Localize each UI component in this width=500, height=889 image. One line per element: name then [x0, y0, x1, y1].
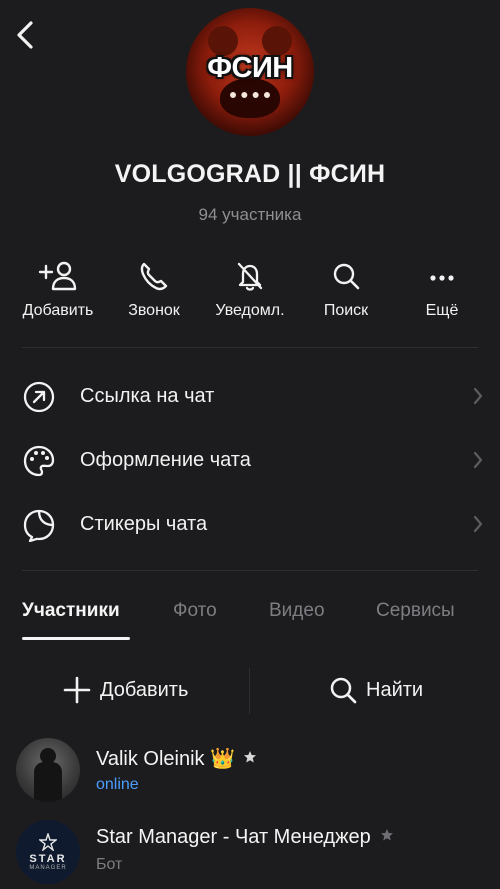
- back-button[interactable]: [10, 18, 40, 52]
- chat-appearance-row[interactable]: Оформление чата: [0, 431, 500, 489]
- action-label: Поиск: [323, 302, 369, 319]
- search-action[interactable]: Поиск: [298, 258, 394, 320]
- tab-services[interactable]: Сервисы: [376, 600, 455, 622]
- divider: [22, 347, 478, 348]
- star-icon: [243, 751, 256, 763]
- palette-icon: [23, 445, 55, 477]
- add-person-icon: [38, 261, 77, 291]
- profile-tabs: Участники Фото Видео Сервисы: [0, 600, 500, 644]
- row-label: Ссылка на чат: [80, 384, 215, 407]
- link-arrow-icon: [23, 381, 55, 413]
- member-name: Valik Oleinik: [96, 748, 205, 770]
- star-icon: [381, 829, 394, 841]
- search-icon: [330, 677, 357, 704]
- find-member-button[interactable]: Найти: [328, 668, 423, 712]
- divider: [22, 570, 478, 571]
- avatar-logo-text: STAR: [29, 853, 67, 865]
- row-label: Оформление чата: [80, 448, 251, 471]
- member-status: online: [96, 776, 139, 793]
- star-logo-icon: [39, 833, 57, 851]
- more-action[interactable]: Ещё: [394, 258, 490, 320]
- chevron-right-icon: [473, 387, 483, 405]
- button-separator: [249, 668, 250, 714]
- chat-link-row[interactable]: Ссылка на чат: [0, 367, 500, 425]
- avatar-person-body: [34, 762, 62, 802]
- row-label: Стикеры чата: [80, 512, 208, 535]
- bell-muted-icon: [237, 262, 263, 291]
- crown-emoji: 👑: [210, 748, 236, 770]
- group-avatar[interactable]: ФСИН: [186, 8, 314, 136]
- action-label: Звонок: [128, 302, 180, 319]
- avatar: STAR MANAGER: [16, 820, 80, 884]
- add-member-label: Добавить: [100, 678, 189, 701]
- avatar-bear-fangs: [230, 92, 270, 106]
- notifications-action[interactable]: Уведомл.: [202, 258, 298, 320]
- action-bar: Добавить Звонок Уведомл. Поиск Ещё: [10, 258, 490, 330]
- add-member-action[interactable]: Добавить: [10, 258, 106, 320]
- member-row[interactable]: STAR MANAGER Star Manager - Чат Менеджер…: [0, 818, 500, 888]
- avatar-logo-subtext: MANAGER: [29, 865, 67, 871]
- action-label: Ещё: [425, 302, 459, 319]
- member-status: Бот: [96, 856, 123, 873]
- member-name-line: Star Manager - Чат Менеджер: [96, 826, 394, 849]
- avatar-logo-text: ФСИН: [207, 52, 293, 84]
- tab-videos[interactable]: Видео: [269, 600, 325, 622]
- active-tab-indicator: [22, 637, 130, 640]
- avatar: [16, 738, 80, 802]
- group-title: VOLGOGRAD || ФСИН: [114, 160, 386, 188]
- call-action[interactable]: Звонок: [106, 258, 202, 320]
- chevron-right-icon: [473, 451, 483, 469]
- chevron-left-icon: [17, 21, 33, 49]
- action-label: Уведомл.: [215, 302, 285, 319]
- member-name: Star Manager - Чат Менеджер: [96, 826, 371, 848]
- sticker-icon: [23, 509, 55, 542]
- tab-members[interactable]: Участники: [22, 600, 120, 622]
- plus-icon: [63, 676, 91, 704]
- member-count: 94 участника: [198, 205, 302, 224]
- member-name-line: Valik Oleinik 👑: [96, 746, 257, 771]
- find-member-label: Найти: [366, 678, 424, 701]
- member-row[interactable]: Valik Oleinik 👑 online: [0, 738, 500, 808]
- chat-profile-screen: ФСИН VOLGOGRAD || ФСИН 94 участника Доба…: [0, 0, 500, 889]
- search-icon: [333, 263, 360, 290]
- tab-photos[interactable]: Фото: [173, 600, 217, 622]
- add-member-button[interactable]: Добавить: [62, 668, 188, 712]
- chevron-right-icon: [473, 515, 483, 533]
- more-dots-icon: [430, 275, 454, 281]
- chat-stickers-row[interactable]: Стикеры чата: [0, 495, 500, 553]
- phone-icon: [140, 262, 168, 291]
- action-label: Добавить: [22, 302, 94, 319]
